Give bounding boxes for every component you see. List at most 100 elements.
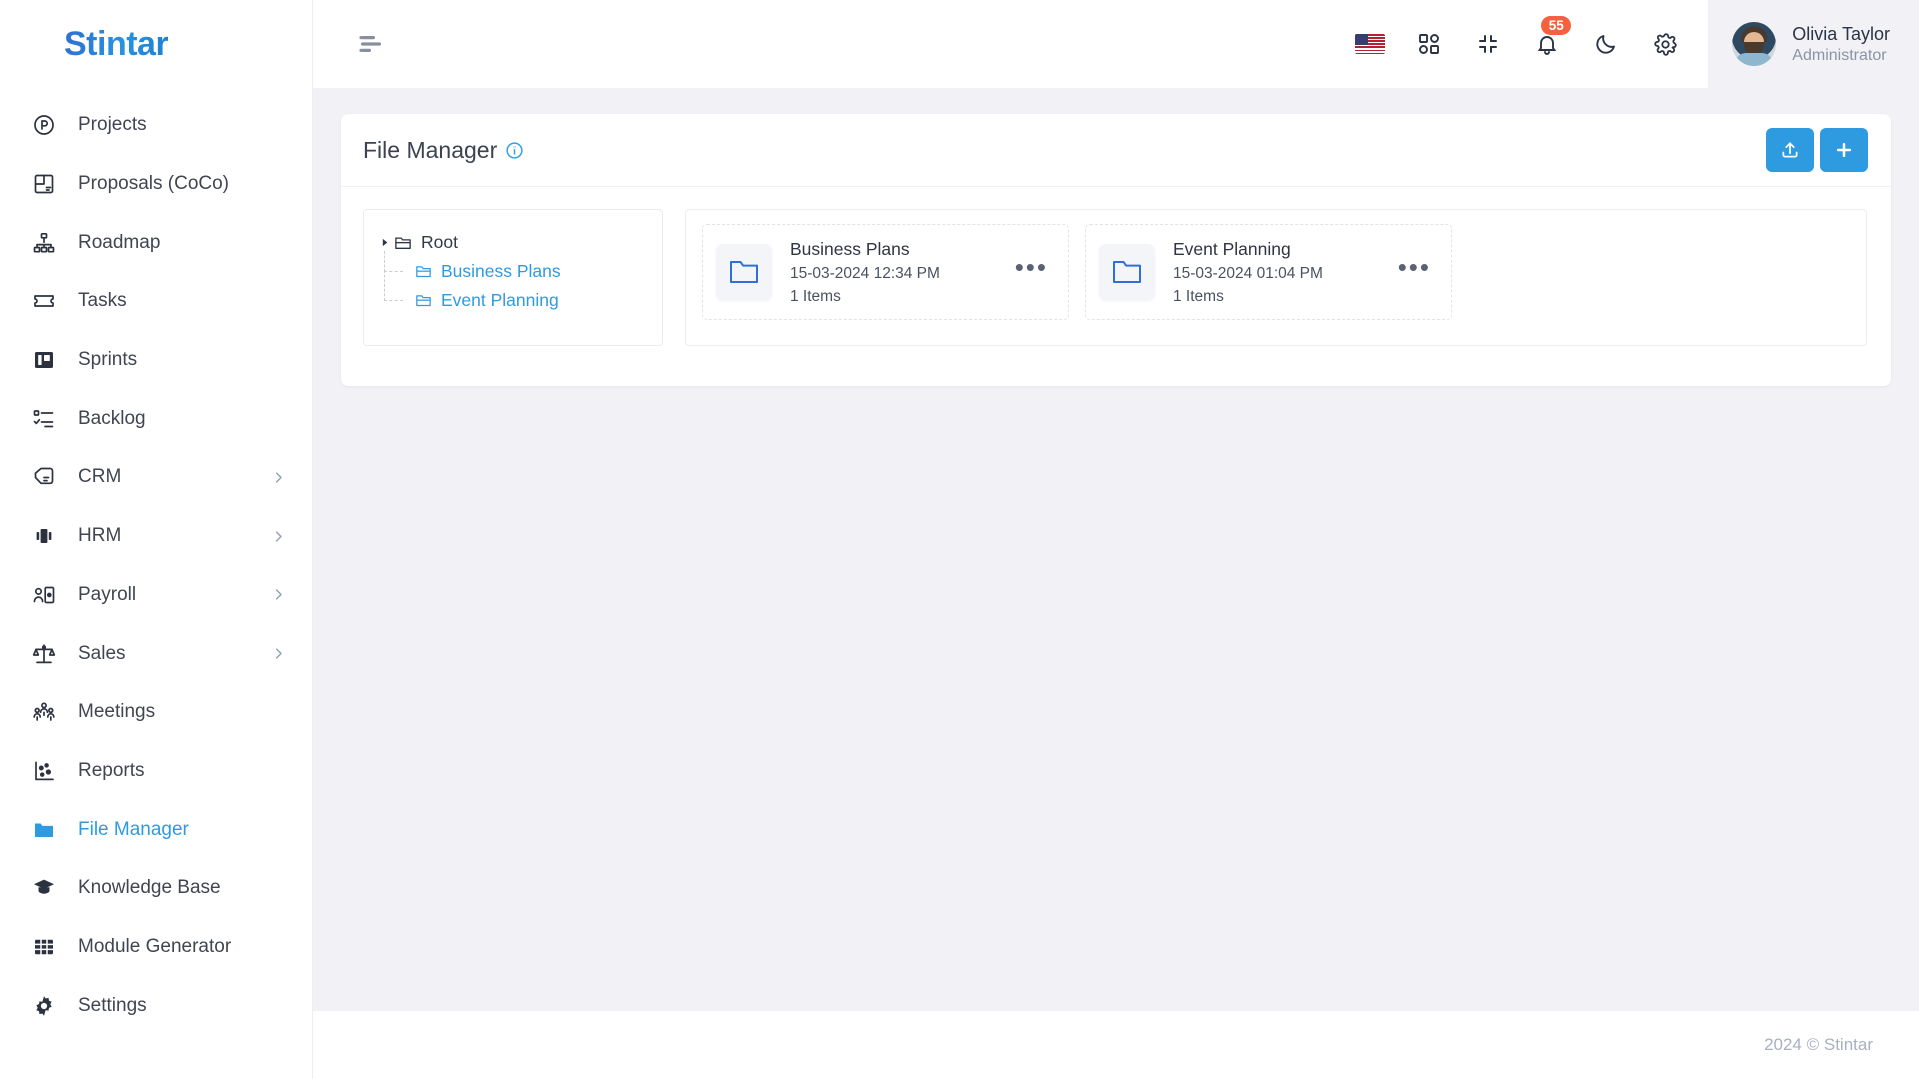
language-flag-us-icon[interactable] xyxy=(1355,29,1386,59)
folder-item-count: 1 Items xyxy=(1173,288,1224,305)
sidebar-item-label: Payroll xyxy=(78,583,137,605)
tree-label-child: Event Planning xyxy=(441,290,559,310)
folder-grid: Business Plans 15-03-2024 12:34 PM 1 Items… xyxy=(685,209,1867,346)
avatar xyxy=(1732,22,1777,66)
user-name: Olivia Taylor xyxy=(1792,23,1890,44)
sidebar-item-file-manager[interactable]: File Manager xyxy=(0,800,312,859)
roadmap-hierarchy-icon xyxy=(31,230,57,256)
page-title: File Manager xyxy=(363,136,498,163)
notifications-bell-icon[interactable]: 55 xyxy=(1532,16,1572,59)
sidebar-item-label: Meetings xyxy=(78,701,156,723)
file-manager-card: File Manager Root Business Plans Event P… xyxy=(341,114,1891,386)
ellipsis-icon[interactable]: ••• xyxy=(1394,254,1435,282)
user-menu[interactable]: Olivia Taylor Administrator xyxy=(1708,0,1919,88)
sidebar-item-label: Backlog xyxy=(78,407,146,429)
sidebar-item-sales[interactable]: Sales xyxy=(0,624,312,683)
sidebar-item-meetings[interactable]: Meetings xyxy=(0,683,312,742)
add-button[interactable] xyxy=(1820,128,1868,172)
sidebar-item-label: Reports xyxy=(78,759,145,781)
card-body: Root Business Plans Event Planning Busine… xyxy=(341,187,1891,386)
tree-row-child[interactable]: Business Plans xyxy=(378,251,648,286)
sidebar-item-label: File Manager xyxy=(78,818,189,840)
folder-open-icon xyxy=(392,235,414,251)
folder-open-icon xyxy=(412,293,434,308)
chevron-right-icon[interactable] xyxy=(271,529,286,544)
projects-circle-p-icon xyxy=(31,112,57,138)
ellipsis-icon[interactable]: ••• xyxy=(1011,254,1052,282)
sidebar-item-payroll[interactable]: Payroll xyxy=(0,566,312,625)
folder-icon xyxy=(31,817,57,843)
sidebar-item-label: Sales xyxy=(78,642,126,664)
folder-name: Event Planning xyxy=(1173,239,1291,259)
chevron-right-icon[interactable] xyxy=(271,587,286,602)
tree-row-child[interactable]: Event Planning xyxy=(378,270,648,315)
reports-scatter-icon xyxy=(31,758,57,784)
sidebar-item-backlog[interactable]: Backlog xyxy=(0,389,312,448)
folder-card[interactable]: Event Planning 15-03-2024 01:04 PM 1 Items… xyxy=(1085,224,1452,320)
sidebar-nav: Projects Proposals (CoCo) Roadmap Tasks Spri… xyxy=(0,88,312,1079)
chevron-right-icon[interactable] xyxy=(271,646,286,661)
sidebar-item-label: HRM xyxy=(78,525,122,547)
footer: 2024 © Stintar xyxy=(313,1011,1919,1079)
us-flag-glyph xyxy=(1355,34,1386,54)
folder-icon xyxy=(716,244,772,300)
notification-badge: 55 xyxy=(1541,16,1572,35)
folder-icon xyxy=(1099,244,1155,300)
folder-item-count: 1 Items xyxy=(790,288,841,305)
sidebar-item-settings[interactable]: Settings xyxy=(0,976,312,1035)
payroll-person-card-icon xyxy=(31,582,57,608)
sidebar-item-roadmap[interactable]: Roadmap xyxy=(0,213,312,272)
sprints-board-icon xyxy=(31,347,57,373)
brand-logo[interactable]: Stintar xyxy=(0,0,312,88)
tree-label-root: Root xyxy=(421,232,458,252)
tasks-ticket-icon xyxy=(31,288,57,314)
sidebar-item-module-generator[interactable]: Module Generator xyxy=(0,918,312,977)
folder-open-icon xyxy=(412,264,434,279)
sidebar-item-label: Tasks xyxy=(78,290,127,312)
dark-mode-moon-icon[interactable] xyxy=(1591,29,1621,59)
folder-meta: Business Plans 15-03-2024 12:34 PM 1 Items xyxy=(790,236,1011,308)
tree-guide-line xyxy=(378,270,412,315)
topbar-icon-group: 55 xyxy=(1355,16,1708,59)
caret-right-icon[interactable] xyxy=(378,238,392,247)
sales-scale-icon xyxy=(31,641,57,667)
sidebar-item-hrm[interactable]: HRM xyxy=(0,507,312,566)
sidebar-item-label: Sprints xyxy=(78,349,138,371)
sidebar-item-proposals-coco[interactable]: Proposals (CoCo) xyxy=(0,155,312,214)
sidebar-item-label: Module Generator xyxy=(78,935,232,957)
hamburger-icon[interactable] xyxy=(355,27,389,61)
folder-meta: Event Planning 15-03-2024 01:04 PM 1 Items xyxy=(1173,236,1394,308)
sidebar-item-tasks[interactable]: Tasks xyxy=(0,272,312,331)
user-info: Olivia Taylor Administrator xyxy=(1792,23,1890,66)
proposals-layout-icon xyxy=(31,171,57,197)
folder-date: 15-03-2024 01:04 PM xyxy=(1173,265,1323,282)
folder-tree-panel: Root Business Plans Event Planning xyxy=(363,209,663,346)
card-header-actions xyxy=(1766,128,1868,172)
topbar: 55 Olivia Taylor Administrator xyxy=(313,0,1919,88)
user-role: Administrator xyxy=(1792,46,1887,64)
content-area: File Manager Root Business Plans Event P… xyxy=(313,88,1919,1011)
sidebar-item-crm[interactable]: CRM xyxy=(0,448,312,507)
chevron-right-icon[interactable] xyxy=(271,470,286,485)
brand-name: Stintar xyxy=(64,24,169,63)
card-header: File Manager xyxy=(341,114,1891,187)
sidebar-item-knowledge-base[interactable]: Knowledge Base xyxy=(0,859,312,918)
meetings-people-icon xyxy=(31,699,57,725)
sidebar-item-label: Roadmap xyxy=(78,231,161,253)
tree-row-root[interactable]: Root xyxy=(378,228,648,257)
folder-date: 15-03-2024 12:34 PM xyxy=(790,265,940,282)
folder-card[interactable]: Business Plans 15-03-2024 12:34 PM 1 Items… xyxy=(702,224,1069,320)
main-area: 55 Olivia Taylor Administrator File Mana… xyxy=(313,0,1919,1079)
info-circle-icon[interactable] xyxy=(505,141,524,160)
sidebar-item-sprints[interactable]: Sprints xyxy=(0,331,312,390)
sidebar-item-reports[interactable]: Reports xyxy=(0,742,312,801)
tree-label-child: Business Plans xyxy=(441,261,561,281)
fullscreen-compress-icon[interactable] xyxy=(1473,29,1503,59)
tree-children: Business Plans Event Planning xyxy=(378,251,648,315)
apps-grid-icon[interactable] xyxy=(1414,29,1444,59)
settings-gear-icon[interactable] xyxy=(1650,29,1680,59)
upload-button[interactable] xyxy=(1766,128,1814,172)
sidebar: Stintar Projects Proposals (CoCo) Roadmap T… xyxy=(0,0,313,1079)
sidebar-item-projects[interactable]: Projects xyxy=(0,96,312,155)
gear-icon xyxy=(31,993,57,1019)
